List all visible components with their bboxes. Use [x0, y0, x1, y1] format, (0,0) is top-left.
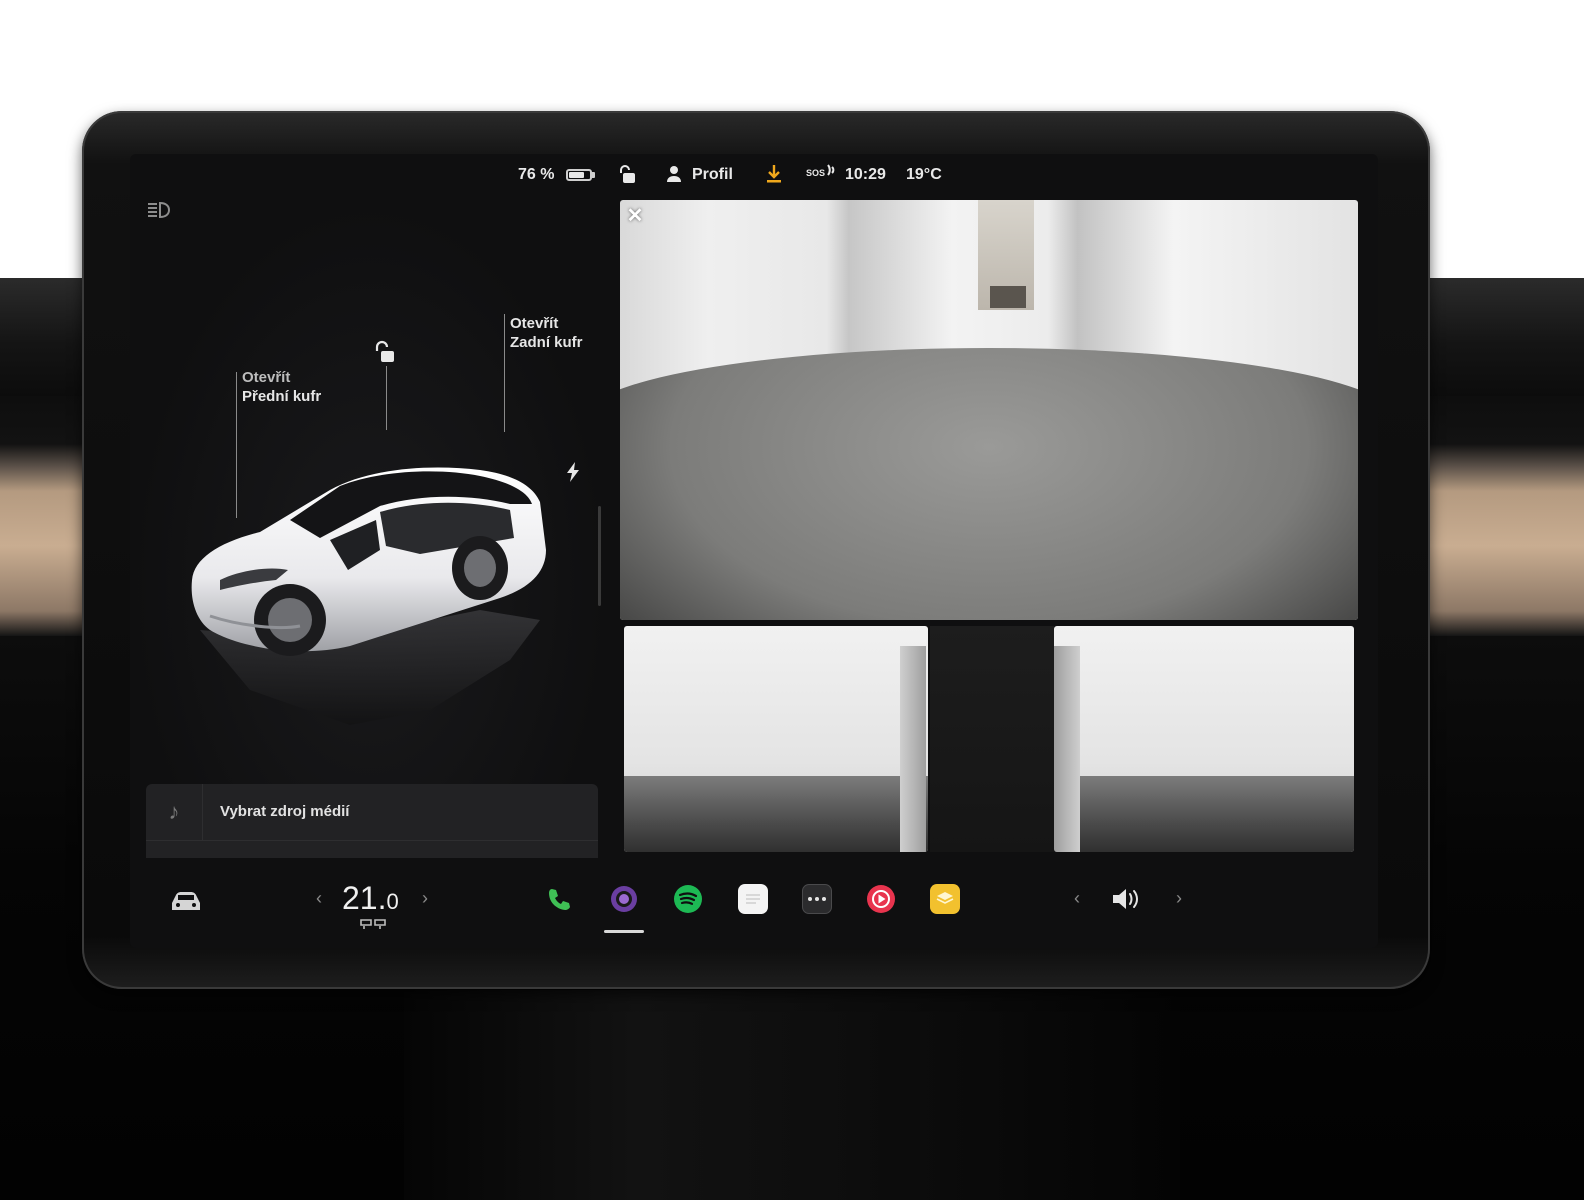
- frunk-callout[interactable]: Otevřít Přední kufr: [242, 368, 321, 406]
- left-repeater-camera-view[interactable]: [624, 626, 928, 852]
- headlights-icon[interactable]: [146, 200, 174, 220]
- sos-label[interactable]: SOS: [806, 168, 825, 178]
- spotify-icon[interactable]: [673, 884, 703, 914]
- profile-label[interactable]: Profil: [692, 166, 733, 184]
- bottom-dock: ‹ 21.0 › ‹ ›: [130, 858, 1378, 948]
- close-camera-icon[interactable]: ✕: [625, 206, 645, 226]
- phone-icon[interactable]: [544, 884, 574, 914]
- lock-icon[interactable]: [618, 164, 636, 189]
- download-icon[interactable]: [766, 164, 782, 189]
- sos-call-icon[interactable]: [826, 163, 838, 182]
- trunk-callout-label: Zadní kufr: [510, 334, 583, 351]
- toybox-icon[interactable]: [930, 884, 960, 914]
- trunk-callout[interactable]: Otevřít Zadní kufr: [510, 314, 583, 352]
- music-note-icon: ♪: [146, 784, 203, 840]
- right-repeater-camera-view[interactable]: [1054, 626, 1354, 852]
- volume-up-chevron-icon[interactable]: ›: [1176, 888, 1182, 909]
- notes-app-icon[interactable]: [738, 884, 768, 914]
- trunk-callout-action: Otevřít: [510, 315, 559, 332]
- active-app-indicator: [604, 930, 644, 933]
- more-apps-icon[interactable]: [802, 884, 832, 914]
- trunk-callout-line: [504, 314, 505, 432]
- outside-temperature: 19°C: [906, 166, 942, 183]
- temp-down-chevron-icon[interactable]: ‹: [316, 888, 322, 909]
- cabin-temp-decimal: 0: [386, 889, 399, 914]
- volume-icon[interactable]: [1110, 884, 1144, 914]
- touchscreen: 76 % Profil SOS 10:29 19°C Otevřít Předn…: [130, 154, 1378, 948]
- camera-divider: [930, 626, 1054, 852]
- right-camera-car-edge: [1054, 646, 1080, 852]
- frunk-callout-label: Přední kufr: [242, 388, 322, 405]
- seat-heater-icon[interactable]: [358, 918, 388, 930]
- right-camera-floor: [1054, 776, 1354, 852]
- clock: 10:29: [845, 166, 886, 183]
- left-camera-floor: [624, 776, 928, 852]
- battery-percent: 76 %: [518, 166, 555, 183]
- status-bar: 76 % Profil SOS 10:29 19°C: [130, 154, 1378, 200]
- vehicle-panel: Otevřít Přední kufr Otevřít Zadní kufr ♪…: [130, 200, 610, 900]
- media-source-label[interactable]: Vybrat zdroj médií: [220, 803, 349, 820]
- battery-tip: [592, 172, 595, 178]
- volume-down-chevron-icon[interactable]: ‹: [1074, 888, 1080, 909]
- left-camera-car-edge: [900, 646, 926, 852]
- rear-camera-floor: [620, 348, 1358, 620]
- rear-camera-doorway-shadow: [990, 286, 1026, 308]
- battery-fill: [569, 172, 585, 178]
- charge-port-icon[interactable]: [566, 462, 580, 487]
- cabin-temp-main: 21.: [342, 880, 387, 916]
- vehicle-illustration: [191, 467, 546, 725]
- screen-mount: [404, 990, 1180, 1200]
- car-controls-icon[interactable]: [168, 888, 204, 914]
- frunk-callout-action: Otevřít: [242, 369, 291, 386]
- media-source-row[interactable]: ♪ Vybrat zdroj médií: [146, 784, 598, 841]
- profile-icon[interactable]: [666, 165, 682, 188]
- media-player-icon[interactable]: [866, 884, 896, 914]
- cabin-temperature[interactable]: 21.0: [342, 880, 399, 917]
- battery-icon: [566, 169, 592, 181]
- panel-scroll-indicator[interactable]: [598, 506, 601, 606]
- rear-camera-view[interactable]: [620, 200, 1358, 620]
- camera-app-icon[interactable]: [609, 884, 639, 914]
- temp-up-chevron-icon[interactable]: ›: [422, 888, 428, 909]
- car-lock-icon[interactable]: [374, 340, 396, 369]
